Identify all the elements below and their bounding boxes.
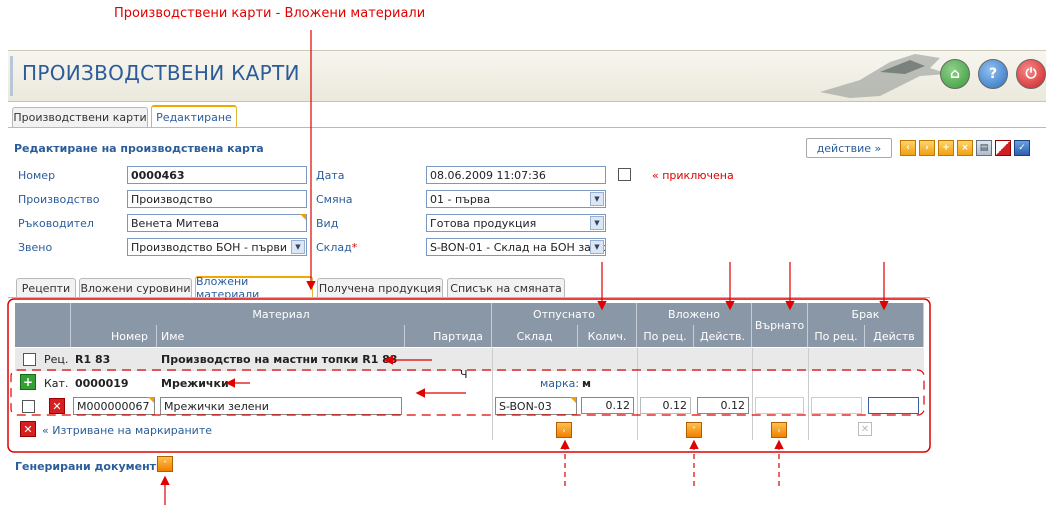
annotation-overlay	[7, 30, 931, 505]
